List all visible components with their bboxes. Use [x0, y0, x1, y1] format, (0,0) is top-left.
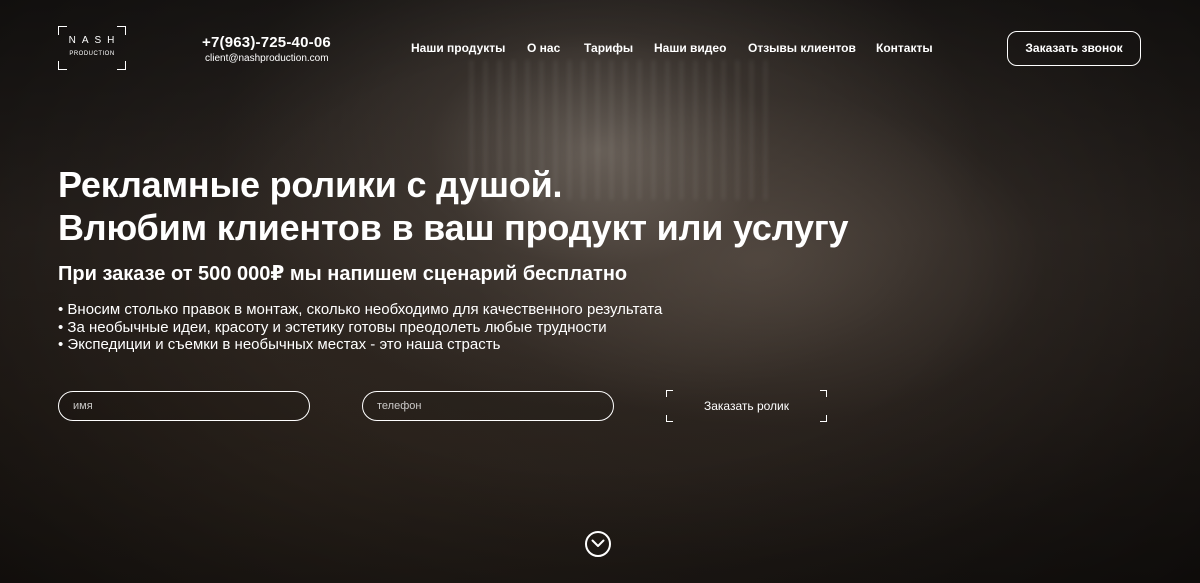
hero-subtitle: При заказе от 500 000₽ мы напишем сценар… [58, 263, 628, 285]
logo-corner [117, 26, 126, 35]
nav-item-pricing[interactable]: Тарифы [584, 41, 633, 55]
nav-item-about[interactable]: О нас [527, 41, 560, 55]
phone-input[interactable] [362, 391, 614, 421]
order-video-button-label: Заказать ролик [703, 399, 789, 413]
hero-title: Рекламные ролики с душой. Влюбим клиенто… [58, 163, 849, 249]
logo-corner [58, 26, 67, 35]
background-vignette [0, 0, 1200, 583]
feature-item: • За необычные идеи, красоту и эстетику … [58, 318, 607, 336]
feature-item: • Вносим столько правок в монтаж, скольк… [58, 301, 663, 318]
hero-title-line-2: Влюбим клиентов в ваш продукт или услугу [58, 207, 849, 248]
logo-corner [58, 61, 67, 70]
nav-item-reviews[interactable]: Отзывы клиентов [748, 41, 856, 55]
nav-item-contacts[interactable]: Контакты [876, 41, 933, 55]
nav-item-videos[interactable]: Наши видео [654, 41, 726, 55]
features-list: • Вносим столько правок в монтаж, скольк… [58, 301, 662, 354]
order-video-button[interactable]: Заказать ролик [666, 390, 827, 422]
chevron-down-circle-icon[interactable] [585, 531, 611, 557]
nav-item-products[interactable]: Наши продукты [411, 41, 505, 55]
request-call-button[interactable]: Заказать звонок [1007, 31, 1141, 66]
feature-item: • Экспедиции и съемки в необычных местах… [58, 336, 501, 353]
hero-title-line-1: Рекламные ролики с душой. [58, 164, 563, 205]
chevron-down-icon [591, 539, 605, 547]
hero-background-image [0, 0, 1200, 583]
name-input[interactable] [58, 391, 310, 421]
logo-corner [117, 61, 126, 70]
